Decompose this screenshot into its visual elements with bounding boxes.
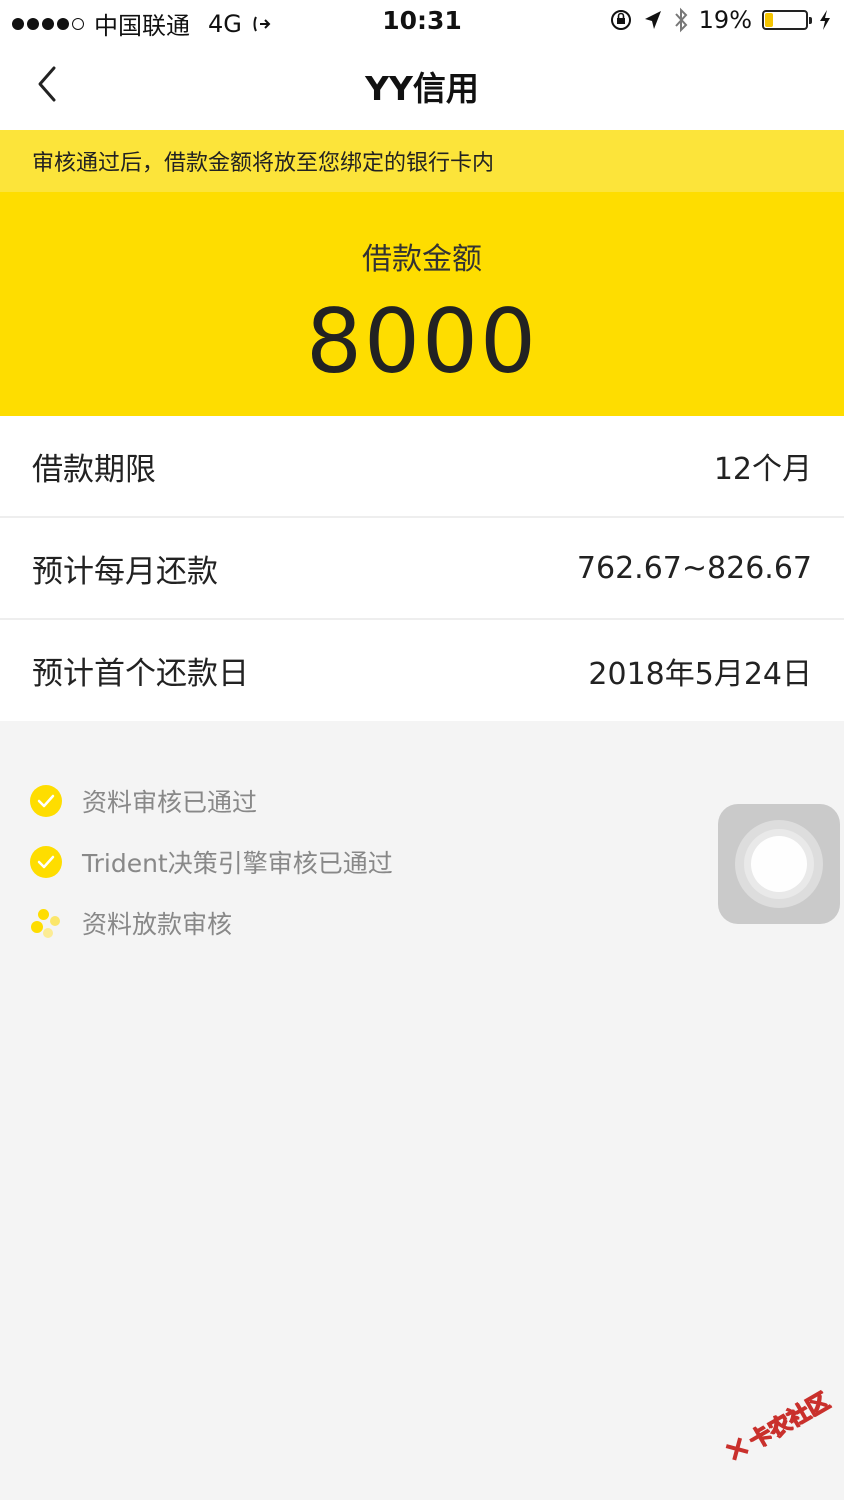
- orientation-lock-icon: [610, 10, 631, 30]
- loading-dots-icon: [30, 907, 62, 939]
- detail-value: 12个月: [713, 452, 812, 487]
- step-text: 资料审核已通过: [82, 787, 258, 817]
- loan-details-list: 借款期限 12个月 预计每月还款 762.67~826.67 预计首个还款日 2…: [0, 416, 844, 721]
- navigation-bar: YY信用: [0, 42, 844, 130]
- location-arrow-icon: [644, 11, 661, 29]
- back-button[interactable]: [30, 62, 70, 106]
- step-text: 资料放款审核: [82, 909, 233, 939]
- watermark: 卡农社区: [720, 1384, 835, 1469]
- notice-text: 审核通过后，借款金额将放至您绑定的银行卡内: [32, 151, 495, 176]
- detail-label: 借款期限: [32, 451, 156, 488]
- detail-label: 预计首个还款日: [32, 656, 249, 692]
- loan-amount-value: 8000: [306, 290, 538, 393]
- battery-percent: 19%: [698, 6, 752, 34]
- check-icon: [30, 784, 62, 817]
- assistive-touch-button[interactable]: [718, 804, 840, 924]
- detail-value: 2018年5月24日: [588, 656, 812, 692]
- step-item-disbursement-review: 资料放款审核: [30, 892, 393, 953]
- step-item-data-review: 资料审核已通过: [30, 770, 393, 831]
- status-bar-right: 19%: [609, 6, 832, 34]
- detail-row-monthly-payment: 预计每月还款 762.67~826.67: [0, 518, 844, 620]
- status-bar: 中国联通 4G 10:31 19%: [0, 0, 844, 42]
- charging-bolt-icon: [820, 10, 830, 30]
- battery-icon: [762, 10, 812, 30]
- notice-banner: 审核通过后，借款金额将放至您绑定的银行卡内: [0, 130, 844, 192]
- detail-row-first-due-date: 预计首个还款日 2018年5月24日: [0, 620, 844, 721]
- detail-value: 762.67~826.67: [576, 550, 812, 586]
- battery-level: [765, 13, 773, 27]
- detail-label: 预计每月还款: [32, 553, 218, 590]
- loan-amount-panel: 借款金额 8000: [0, 192, 844, 416]
- loan-amount-label: 借款金额: [362, 242, 482, 277]
- chevron-left-icon: [38, 66, 56, 102]
- bluetooth-icon: [674, 7, 688, 33]
- detail-row-term: 借款期限 12个月: [0, 416, 844, 518]
- page-title: YY信用: [365, 69, 479, 108]
- check-icon: [30, 845, 62, 878]
- step-text: Trident决策引擎审核已通过: [82, 848, 393, 878]
- review-progress-list: 资料审核已通过 Trident决策引擎审核已通过 资料放款审核: [30, 770, 393, 953]
- watermark-text: 卡农社区: [745, 1388, 835, 1455]
- step-item-engine-review: Trident决策引擎审核已通过: [30, 831, 393, 892]
